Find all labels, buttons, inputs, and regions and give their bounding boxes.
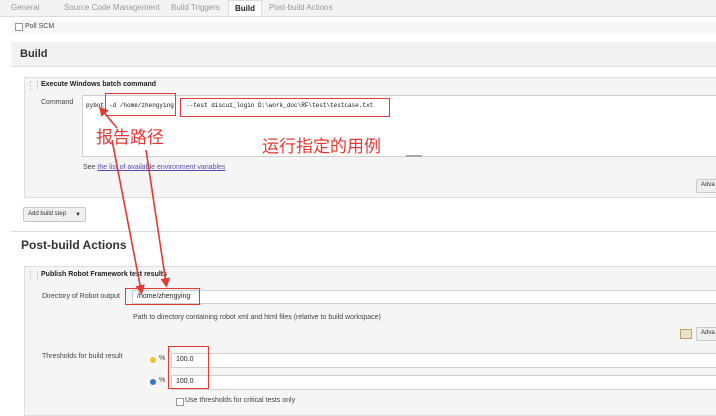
thresholds-label: Thresholds for build result — [42, 353, 123, 360]
annotation-report-path: 报告路径 — [96, 128, 164, 148]
build-section-title: Build — [20, 48, 48, 60]
command-label: Command — [41, 99, 74, 106]
critical-only-checkbox[interactable] — [176, 398, 184, 406]
highlight-output-input-box — [125, 288, 200, 305]
pass-threshold-input[interactable]: 100.0 — [171, 375, 716, 390]
poll-scm-checkbox[interactable] — [15, 23, 23, 31]
add-build-step-label: Add build step — [28, 211, 67, 217]
build-advanced-button[interactable]: Adva — [696, 179, 716, 193]
command-prefix-text: pybot — [86, 102, 105, 109]
annotation-run-cases: 运行指定的用例 — [262, 137, 381, 157]
drag-handle-icon[interactable] — [30, 81, 38, 89]
env-vars-help-prefix: See — [83, 164, 98, 171]
textarea-resize-handle[interactable] — [406, 155, 422, 157]
highlight-thresholds-box — [168, 346, 209, 389]
notepad-icon[interactable] — [680, 329, 692, 339]
poll-scm-label: Poll SCM — [25, 23, 55, 30]
env-vars-link[interactable]: the list of available environment variab… — [97, 164, 225, 171]
tab-post-build-actions[interactable]: Post-build Actions — [269, 3, 333, 12]
unstable-ball-icon — [150, 357, 156, 363]
config-tab-bar: General Source Code Management Build Tri… — [0, 0, 716, 17]
highlight-outputdir-box — [105, 93, 176, 116]
tab-source-code-management[interactable]: Source Code Management — [64, 3, 160, 12]
unstable-threshold-input[interactable]: 100.0 — [171, 353, 716, 368]
tab-general[interactable]: General — [11, 3, 39, 12]
poll-scm-row: Poll SCM — [11, 20, 716, 34]
tab-build-triggers[interactable]: Build Triggers — [171, 3, 220, 12]
output-dir-input[interactable]: /home/zhengying — [132, 290, 716, 304]
output-dir-label: Directory of Robot output — [42, 293, 120, 300]
unstable-percent: % — [159, 355, 166, 362]
robot-publisher-title: Publish Robot Framework test results — [41, 271, 168, 278]
highlight-test-box — [180, 98, 390, 117]
publisher-advanced-button[interactable]: Adva — [696, 327, 716, 341]
drag-handle-icon[interactable] — [30, 271, 38, 279]
chevron-down-icon: ▼ — [75, 212, 81, 218]
pass-ball-icon — [150, 379, 156, 385]
output-dir-help: Path to directory containing robot xml a… — [133, 314, 381, 321]
batch-command-title: Execute Windows batch command — [41, 81, 157, 88]
section-divider — [11, 231, 716, 232]
tab-build[interactable]: Build — [228, 0, 262, 16]
pass-percent: % — [159, 377, 166, 384]
build-section-header: Build — [11, 42, 716, 67]
command-textarea[interactable]: pybot -d /home/zhengying --test discuz_l… — [82, 95, 716, 157]
env-vars-help: See the list of available environment va… — [83, 164, 225, 171]
post-build-title: Post-build Actions — [21, 238, 127, 252]
add-build-step-button[interactable]: Add build step ▼ — [23, 207, 86, 222]
